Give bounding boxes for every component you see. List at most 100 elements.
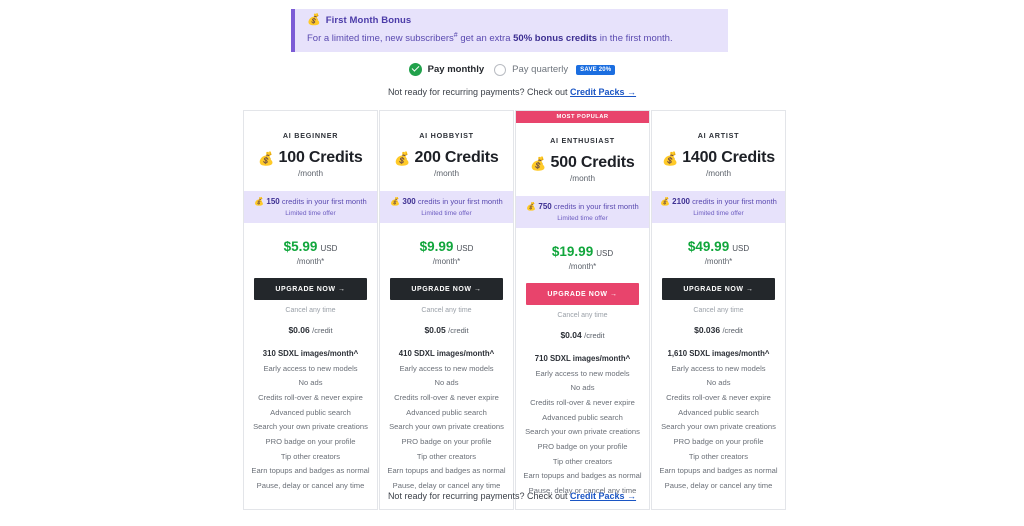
- feature-item: Pause, delay or cancel any time: [664, 480, 773, 490]
- cancel-any-time-note: Cancel any time: [693, 307, 744, 314]
- price-period: /month*: [296, 257, 325, 266]
- per-credit-price: $0.05 /credit: [424, 325, 468, 335]
- credits-row: 💰 500 Credits: [516, 154, 649, 172]
- credit-packs-link[interactable]: Credit Packs →: [570, 491, 636, 501]
- bonus-banner-title: First Month Bonus: [325, 15, 412, 26]
- radio-unselected-icon[interactable]: [494, 63, 507, 76]
- price-row: $5.99 USD: [284, 239, 338, 254]
- feature-item: Credits roll-over & never expire: [394, 393, 499, 403]
- card-bonus-subtext: Limited time offer: [421, 210, 472, 217]
- upgrade-now-button[interactable]: UPGRADE NOW →: [526, 283, 639, 305]
- billing-period-toggle: Pay monthly Pay quarterly SAVE 20%: [0, 63, 1024, 76]
- feature-item: No ads: [434, 378, 459, 388]
- pricing-card: AI BEGINNER 💰 100 Credits/month 💰 150 credi…: [243, 110, 378, 510]
- price-amount: $9.99: [419, 239, 454, 254]
- card-bonus-text: 💰 750 credits in your first month: [520, 202, 645, 212]
- money-bag-icon: 💰: [526, 202, 537, 211]
- card-bonus-subtext: Limited time offer: [557, 215, 608, 222]
- money-bag-icon: 💰: [530, 155, 547, 171]
- credit-packs-note-text: Not ready for recurring payments? Check …: [387, 491, 571, 501]
- per-credit-unit: /credit: [584, 331, 605, 340]
- feature-list: 310 SDXL images/month^ Early access to ne…: [244, 349, 377, 504]
- feature-list: 410 SDXL images/month^ Early access to ne…: [380, 349, 513, 504]
- per-credit-value: $0.04: [560, 330, 582, 340]
- save-badge: SAVE 20%: [576, 64, 616, 75]
- pricing-cards: AI BEGINNER 💰 100 Credits/month 💰 150 credi…: [243, 110, 786, 510]
- price-currency: USD: [596, 249, 614, 258]
- feature-item: No ads: [706, 378, 731, 388]
- money-bag-icon: 💰: [307, 14, 321, 26]
- pricing-card: MOST POPULAR AI ENTHUSIAST 💰 500 Credits/mo…: [515, 110, 650, 510]
- plan-name: AI BEGINNER: [282, 131, 339, 140]
- upgrade-now-button[interactable]: UPGRADE NOW →: [254, 278, 367, 300]
- credit-packs-note-text: Not ready for recurring payments? Check …: [387, 87, 571, 97]
- feature-list: 710 SDXL images/month^ Early access to ne…: [516, 354, 649, 509]
- money-bag-icon: 💰: [660, 197, 671, 206]
- feature-item: Earn topups and badges as normal: [523, 471, 642, 481]
- money-bag-icon: 💰: [662, 150, 679, 166]
- feature-item: No ads: [298, 378, 323, 388]
- plan-name: AI ENTHUSIAST: [550, 136, 615, 145]
- feature-item: Credits roll-over & never expire: [530, 398, 635, 408]
- per-credit-price: $0.06 /credit: [288, 325, 332, 335]
- feature-item: Pause, delay or cancel any time: [256, 480, 365, 490]
- bonus-banner-description: For a limited time, new subscribers# get…: [307, 31, 728, 46]
- bonus-highlight: 50% bonus credits: [513, 33, 598, 45]
- upgrade-now-button[interactable]: UPGRADE NOW →: [662, 278, 775, 300]
- price-row: $19.99 USD: [552, 244, 613, 259]
- money-bag-icon: 💰: [390, 197, 401, 206]
- feature-list: 1,610 SDXL images/month^ Early access to …: [652, 349, 785, 504]
- card-bonus-strip: 💰 300 credits in your first month Limited…: [380, 191, 513, 223]
- feature-item: Early access to new models: [263, 363, 358, 373]
- card-bonus-suffix: credits in your first month: [689, 197, 777, 206]
- plan-name: AI HOBBYIST: [419, 131, 474, 140]
- credits-row: 💰 1400 Credits: [652, 149, 785, 167]
- credits-period: /month: [569, 174, 596, 183]
- price-currency: USD: [732, 244, 750, 253]
- money-bag-icon: 💰: [258, 150, 275, 166]
- feature-item: Advanced public search: [678, 407, 759, 417]
- card-bonus-subtext: Limited time offer: [285, 210, 336, 217]
- feature-item: 1,610 SDXL images/month^: [667, 349, 770, 358]
- feature-item: Search your own private creations: [525, 427, 640, 437]
- per-credit-value: $0.036: [694, 325, 721, 335]
- credits-row: 💰 200 Credits: [380, 149, 513, 167]
- price-row: $49.99 USD: [688, 239, 749, 254]
- credits-period: /month: [433, 169, 460, 178]
- feature-item: Tip other creators: [688, 451, 749, 461]
- feature-item: 710 SDXL images/month^: [534, 354, 631, 363]
- money-bag-icon: 💰: [254, 197, 265, 206]
- credits-amount: 500 Credits: [550, 154, 635, 171]
- credits-period: /month: [297, 169, 324, 178]
- per-credit-value: $0.05: [424, 325, 446, 335]
- money-bag-icon: 💰: [394, 150, 411, 166]
- card-bonus-text: 💰 150 credits in your first month: [248, 197, 373, 207]
- card-bonus-credits: 300: [402, 197, 416, 206]
- card-header: AI ARTIST 💰 1400 Credits/month: [652, 111, 785, 178]
- per-credit-unit: /credit: [312, 326, 333, 335]
- price-period: /month*: [704, 257, 733, 266]
- upgrade-now-button[interactable]: UPGRADE NOW →: [390, 278, 503, 300]
- feature-item: Pause, delay or cancel any time: [392, 480, 501, 490]
- price-period: /month*: [432, 257, 461, 266]
- radio-selected-icon[interactable]: [408, 63, 422, 76]
- feature-item: Early access to new models: [399, 363, 494, 373]
- price-currency: USD: [456, 244, 474, 253]
- credit-packs-note-bottom: Not ready for recurring payments? Check …: [0, 491, 1024, 501]
- pay-quarterly-option[interactable]: Pay quarterly SAVE 20%: [494, 63, 616, 76]
- feature-item: 310 SDXL images/month^: [262, 349, 359, 358]
- card-bonus-credits: 150: [266, 197, 280, 206]
- feature-item: 410 SDXL images/month^: [398, 349, 495, 358]
- card-bonus-credits: 2100: [672, 197, 690, 206]
- credit-packs-note-top: Not ready for recurring payments? Check …: [0, 87, 1024, 97]
- feature-item: Credits roll-over & never expire: [258, 393, 363, 403]
- pay-monthly-label: Pay monthly: [427, 64, 485, 75]
- bonus-text-after: in the first month.: [597, 33, 673, 45]
- price-amount: $5.99: [283, 239, 318, 254]
- feature-item: Tip other creators: [552, 456, 613, 466]
- pay-monthly-option[interactable]: Pay monthly: [408, 63, 485, 76]
- pricing-page: 💰 First Month Bonus For a limited time, …: [0, 0, 1024, 526]
- credit-packs-link[interactable]: Credit Packs →: [570, 87, 636, 97]
- feature-item: Advanced public search: [542, 412, 623, 422]
- cancel-any-time-note: Cancel any time: [421, 307, 472, 314]
